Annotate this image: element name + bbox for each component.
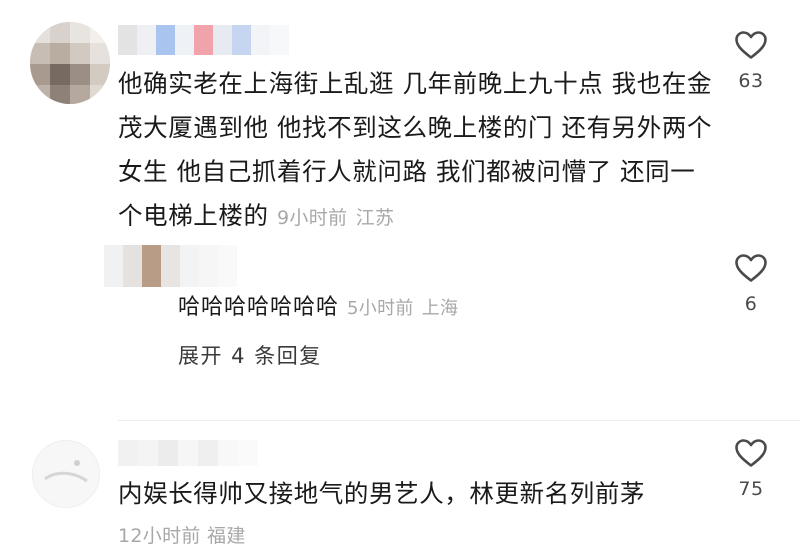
avatar-image [33,441,99,507]
like-button[interactable]: 75 [721,438,781,500]
heart-outline-icon [735,31,767,59]
comment-time: 9小时前 [277,207,348,229]
heart-outline-icon [735,254,767,282]
like-count: 75 [738,478,764,500]
reply-like-button[interactable]: 6 [721,253,781,315]
reply-username-blurred[interactable] [104,245,237,287]
like-count: 63 [738,70,764,92]
username-blurred[interactable] [118,440,258,466]
comment-text: 他确实老在上海街上乱逛 几年前晚上九十点 我也在金茂大厦遇到他 他找不到这么晚上… [118,69,713,230]
reply-like-count: 6 [744,293,758,315]
username-blurred[interactable] [118,25,289,55]
avatar-pixelated [30,22,110,104]
reply-location: 上海 [421,298,459,319]
expand-replies-button[interactable]: 展开 4 条回复 [178,340,322,370]
comment-text: 内娱长得帅又接地气的男艺人，林更新名列前茅 [118,479,646,508]
comment-location: 福建 [207,525,246,547]
comment-location: 江苏 [355,207,395,229]
reply-body: 哈哈哈哈哈哈哈 5小时前 上海 [178,288,458,329]
like-button[interactable]: 63 [721,30,781,92]
reply-time: 5小时前 [347,298,414,319]
comment-time: 12小时前 [118,525,201,547]
reply-text: 哈哈哈哈哈哈哈 [178,295,340,320]
avatar[interactable] [32,440,100,508]
avatar[interactable] [30,22,110,104]
comment-meta: 12小时前 福建 [118,521,246,548]
divider [118,420,800,421]
heart-outline-icon [735,439,767,467]
comment-body: 他确实老在上海街上乱逛 几年前晚上九十点 我也在金茂大厦遇到他 他找不到这么晚上… [118,62,718,240]
